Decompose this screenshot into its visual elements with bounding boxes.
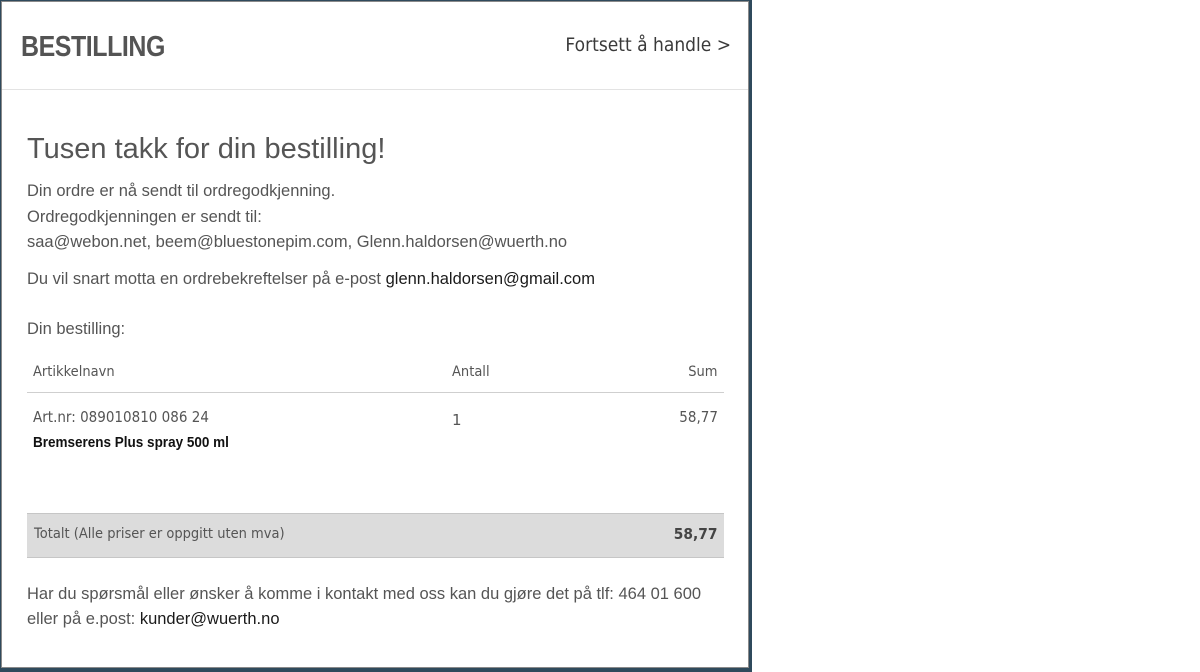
column-header-sum: Sum xyxy=(688,364,718,380)
continue-shopping-link[interactable]: Fortsett å handle > xyxy=(565,32,731,58)
total-label: Totalt (Alle priser er oppgitt uten mva) xyxy=(34,526,285,542)
approval-sent-text: Din ordre er nå sendt til ordregodkjenni… xyxy=(27,182,336,200)
thank-you-heading: Tusen takk for din bestilling! xyxy=(27,133,386,165)
order-label: Din bestilling: xyxy=(27,320,126,338)
table-header-divider xyxy=(27,392,724,393)
order-total-bar: Totalt (Alle priser er oppgitt uten mva)… xyxy=(27,513,724,558)
product-name: Bremserens Plus spray 500 ml xyxy=(33,434,229,451)
contact-text: Har du spørsmål eller ønsker å komme i k… xyxy=(27,585,702,628)
approval-recipients-label: Ordregodkjenningen er sendt til: xyxy=(27,208,262,226)
total-value: 58,77 xyxy=(673,525,717,543)
confirmation-email-line: Du vil snart motta en ordrebekreftelser … xyxy=(27,270,595,289)
contact-email[interactable]: kunder@wuerth.no xyxy=(140,610,280,628)
confirmation-email-text: Du vil snart motta en ordrebekreftelser … xyxy=(27,270,382,288)
column-header-quantity: Antall xyxy=(452,364,490,380)
confirmation-email-address: glenn.haldorsen@gmail.com xyxy=(385,270,595,288)
modal-title: BESTILLING xyxy=(21,31,165,63)
product-sum: 58,77 xyxy=(679,408,718,426)
product-quantity: 1 xyxy=(452,411,462,429)
order-confirmation-modal: BESTILLING Fortsett å handle > Tusen tak… xyxy=(1,1,749,668)
column-header-article-name: Artikkelnavn xyxy=(33,364,115,380)
approval-recipients: saa@webon.net, beem@bluestonepim.com, Gl… xyxy=(27,233,568,251)
modal-header: BESTILLING Fortsett å handle > xyxy=(2,2,748,90)
article-number: Art.nr: 089010810 086 24 xyxy=(33,408,209,426)
contact-info: Har du spørsmål eller ønsker å komme i k… xyxy=(27,582,724,632)
